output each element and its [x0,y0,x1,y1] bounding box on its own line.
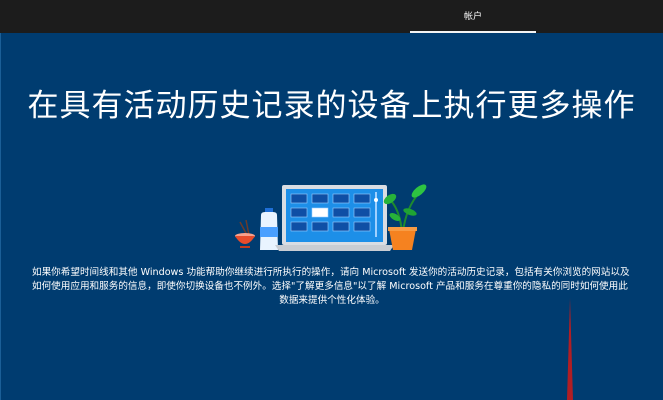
description-line-3: 数据来提供个性化体验。 [279,295,385,306]
tab-account[interactable]: 帐户 [410,0,536,33]
page-title: 在具有活动历史记录的设备上执行更多操作 [27,88,636,124]
devices-illustration [235,184,427,251]
bottle-icon [260,208,278,250]
food-bowl-icon [235,219,255,248]
top-bar: 帐户 [0,0,663,33]
description-line-1: 如果你希望时间线和其他 Windows 功能帮助你继续进行所执行的操作，请向 M… [32,267,630,278]
laptop-icon [275,185,394,251]
description: 如果你希望时间线和其他 Windows 功能帮助你继续进行所执行的操作，请向 M… [32,266,632,308]
pointer-icon [567,298,573,400]
plant-icon [383,184,427,250]
description-line-2: 如何使用应用和服务的信息，即使你切换设备也不例外。选择"了解更多信息"以了解 M… [32,281,628,292]
